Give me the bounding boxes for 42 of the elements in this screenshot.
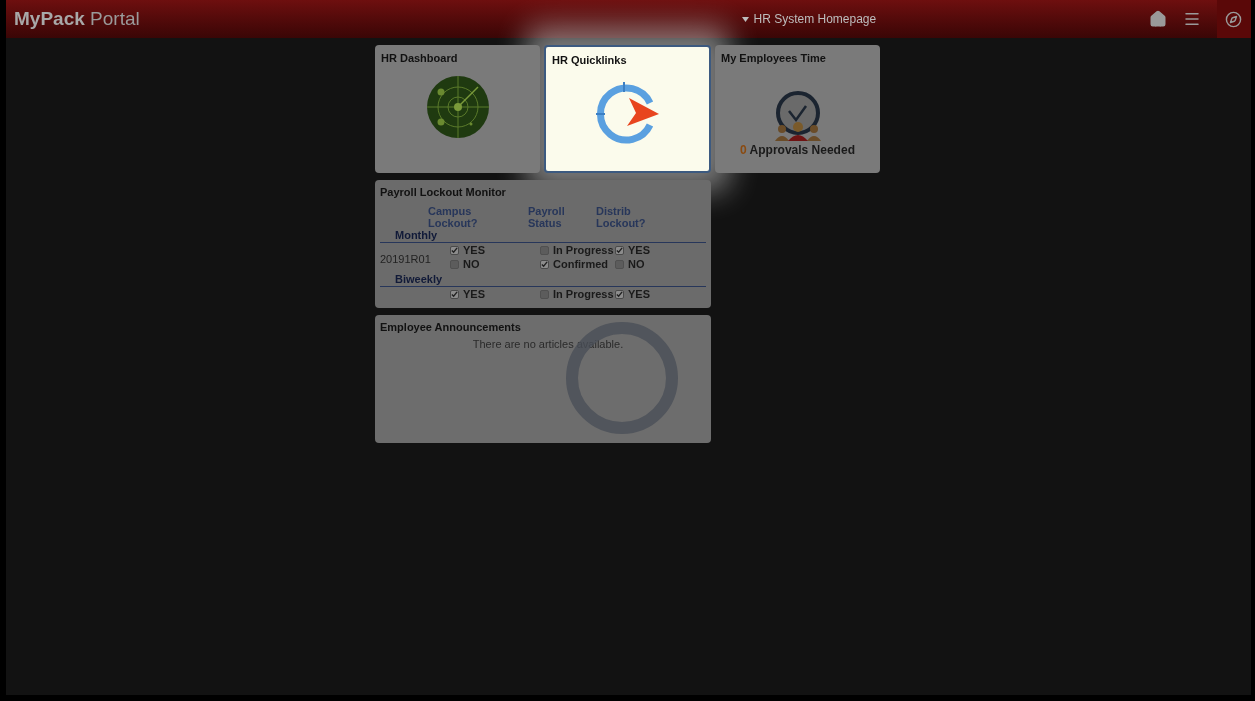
approvals-count: 0 Approvals Needed [740, 141, 855, 159]
checkbox[interactable] [450, 260, 459, 269]
checkbox[interactable] [540, 246, 549, 255]
caret-icon [742, 16, 750, 22]
option-label: YES [628, 287, 650, 303]
target-arrow-icon [594, 80, 661, 147]
navigation-button[interactable] [1217, 0, 1251, 38]
option-label: YES [463, 287, 485, 303]
option-label: In Progress [553, 243, 614, 259]
tile-title: My Employees Time [721, 51, 827, 66]
radar-icon [425, 74, 490, 139]
checkbox[interactable] [540, 290, 549, 299]
tile-title: Payroll Lockout Monitor [380, 185, 507, 200]
checkbox[interactable] [615, 290, 624, 299]
tile[interactable]: My Employees Time 0 Approvals Needed [715, 45, 880, 173]
menu-icon[interactable] [1183, 10, 1201, 28]
tile-title: HR Dashboard [381, 51, 459, 66]
option-label: YES [628, 243, 650, 259]
column-header: Campus Lockout? [428, 204, 479, 229]
column-header: Payroll Status [528, 204, 566, 229]
page-title-menu[interactable]: HR System Homepage [742, 10, 877, 28]
option-label: In Progress [553, 287, 614, 303]
checkbox[interactable] [540, 260, 549, 269]
group-label: Biweekly [395, 272, 444, 285]
checkbox[interactable] [450, 246, 459, 255]
tile-title: HR Quicklinks [552, 53, 628, 68]
option-label: NO [463, 257, 480, 273]
period-label: 20191R01 [380, 252, 431, 265]
option-label: YES [463, 243, 485, 259]
compass-icon [1225, 10, 1243, 28]
tile-title: Employee Announcements [380, 320, 522, 335]
checkbox[interactable] [615, 260, 624, 269]
tile[interactable]: HR Dashboard [375, 45, 540, 173]
tile[interactable]: HR Quicklinks [544, 45, 711, 173]
checkbox[interactable] [615, 246, 624, 255]
checkbox[interactable] [450, 290, 459, 299]
home-icon[interactable] [1149, 10, 1167, 28]
option-label: NO [628, 257, 645, 273]
group-label: Monthly [395, 228, 439, 241]
option-label: Confirmed [553, 257, 608, 273]
portal-logo[interactable]: MyPack Portal [14, 4, 140, 34]
column-header: Distrib Lockout? [596, 204, 647, 229]
